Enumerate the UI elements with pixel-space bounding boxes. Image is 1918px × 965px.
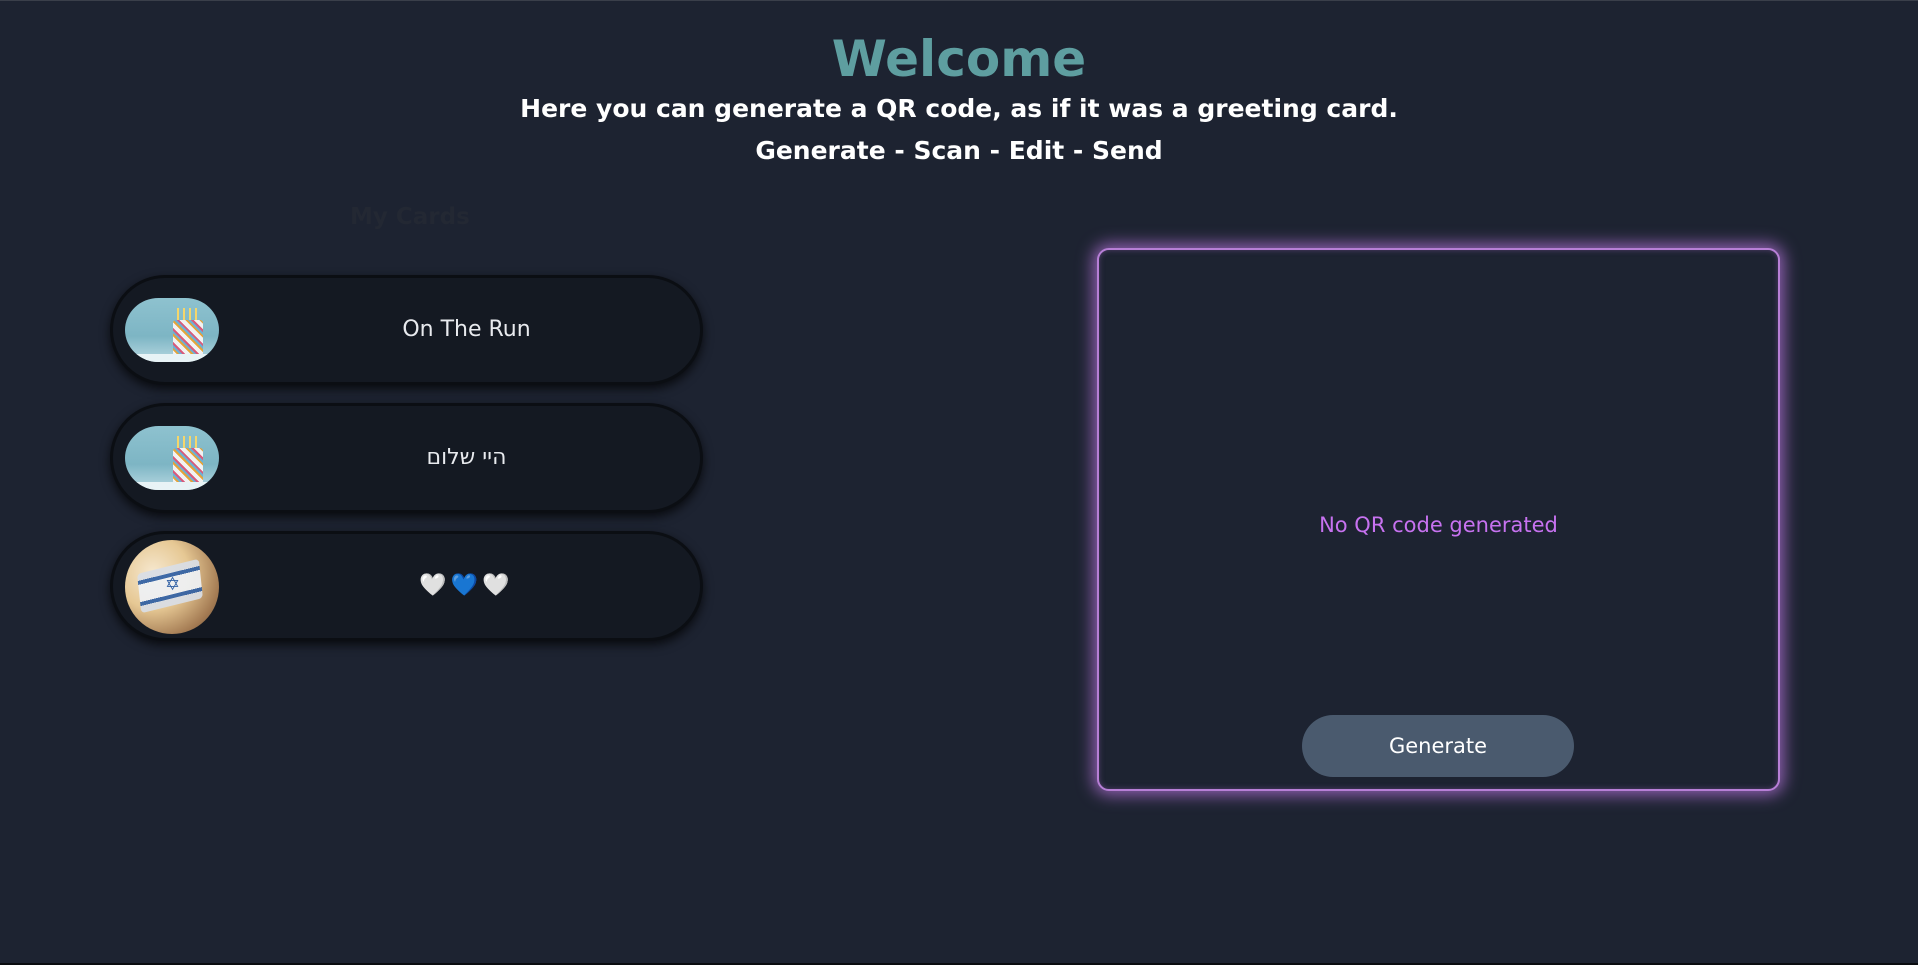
hearts-emoji: 🤍💙🤍	[419, 573, 514, 598]
card-item[interactable]: ✡ 🤍💙🤍	[110, 531, 703, 641]
card-label: 🤍💙🤍	[233, 534, 700, 638]
card-label: On The Run	[402, 317, 531, 342]
steps-text: Generate - Scan - Edit - Send	[755, 136, 1163, 165]
header: Welcome Here you can generate a QR code,…	[0, 23, 1918, 173]
generate-button[interactable]: Generate	[1302, 715, 1574, 777]
page-title: Welcome	[831, 30, 1087, 88]
page: Welcome Here you can generate a QR code,…	[0, 0, 1918, 965]
birthday-cake-image	[125, 298, 219, 362]
cards-section-label: My Cards	[350, 204, 470, 230]
card-item[interactable]: On The Run	[110, 275, 703, 385]
page-subtitle: Here you can generate a QR code, as if i…	[520, 94, 1398, 123]
qr-panel: No QR code generated Generate	[1097, 248, 1780, 791]
qr-status-text: No QR code generated	[1319, 513, 1558, 537]
israel-flag-image: ✡	[125, 540, 219, 634]
birthday-cake-image	[125, 426, 219, 490]
card-list: On The Run היי שלום ✡ 🤍💙🤍	[110, 275, 703, 659]
card-item[interactable]: היי שלום	[110, 403, 703, 513]
card-label: היי שלום	[426, 445, 507, 470]
